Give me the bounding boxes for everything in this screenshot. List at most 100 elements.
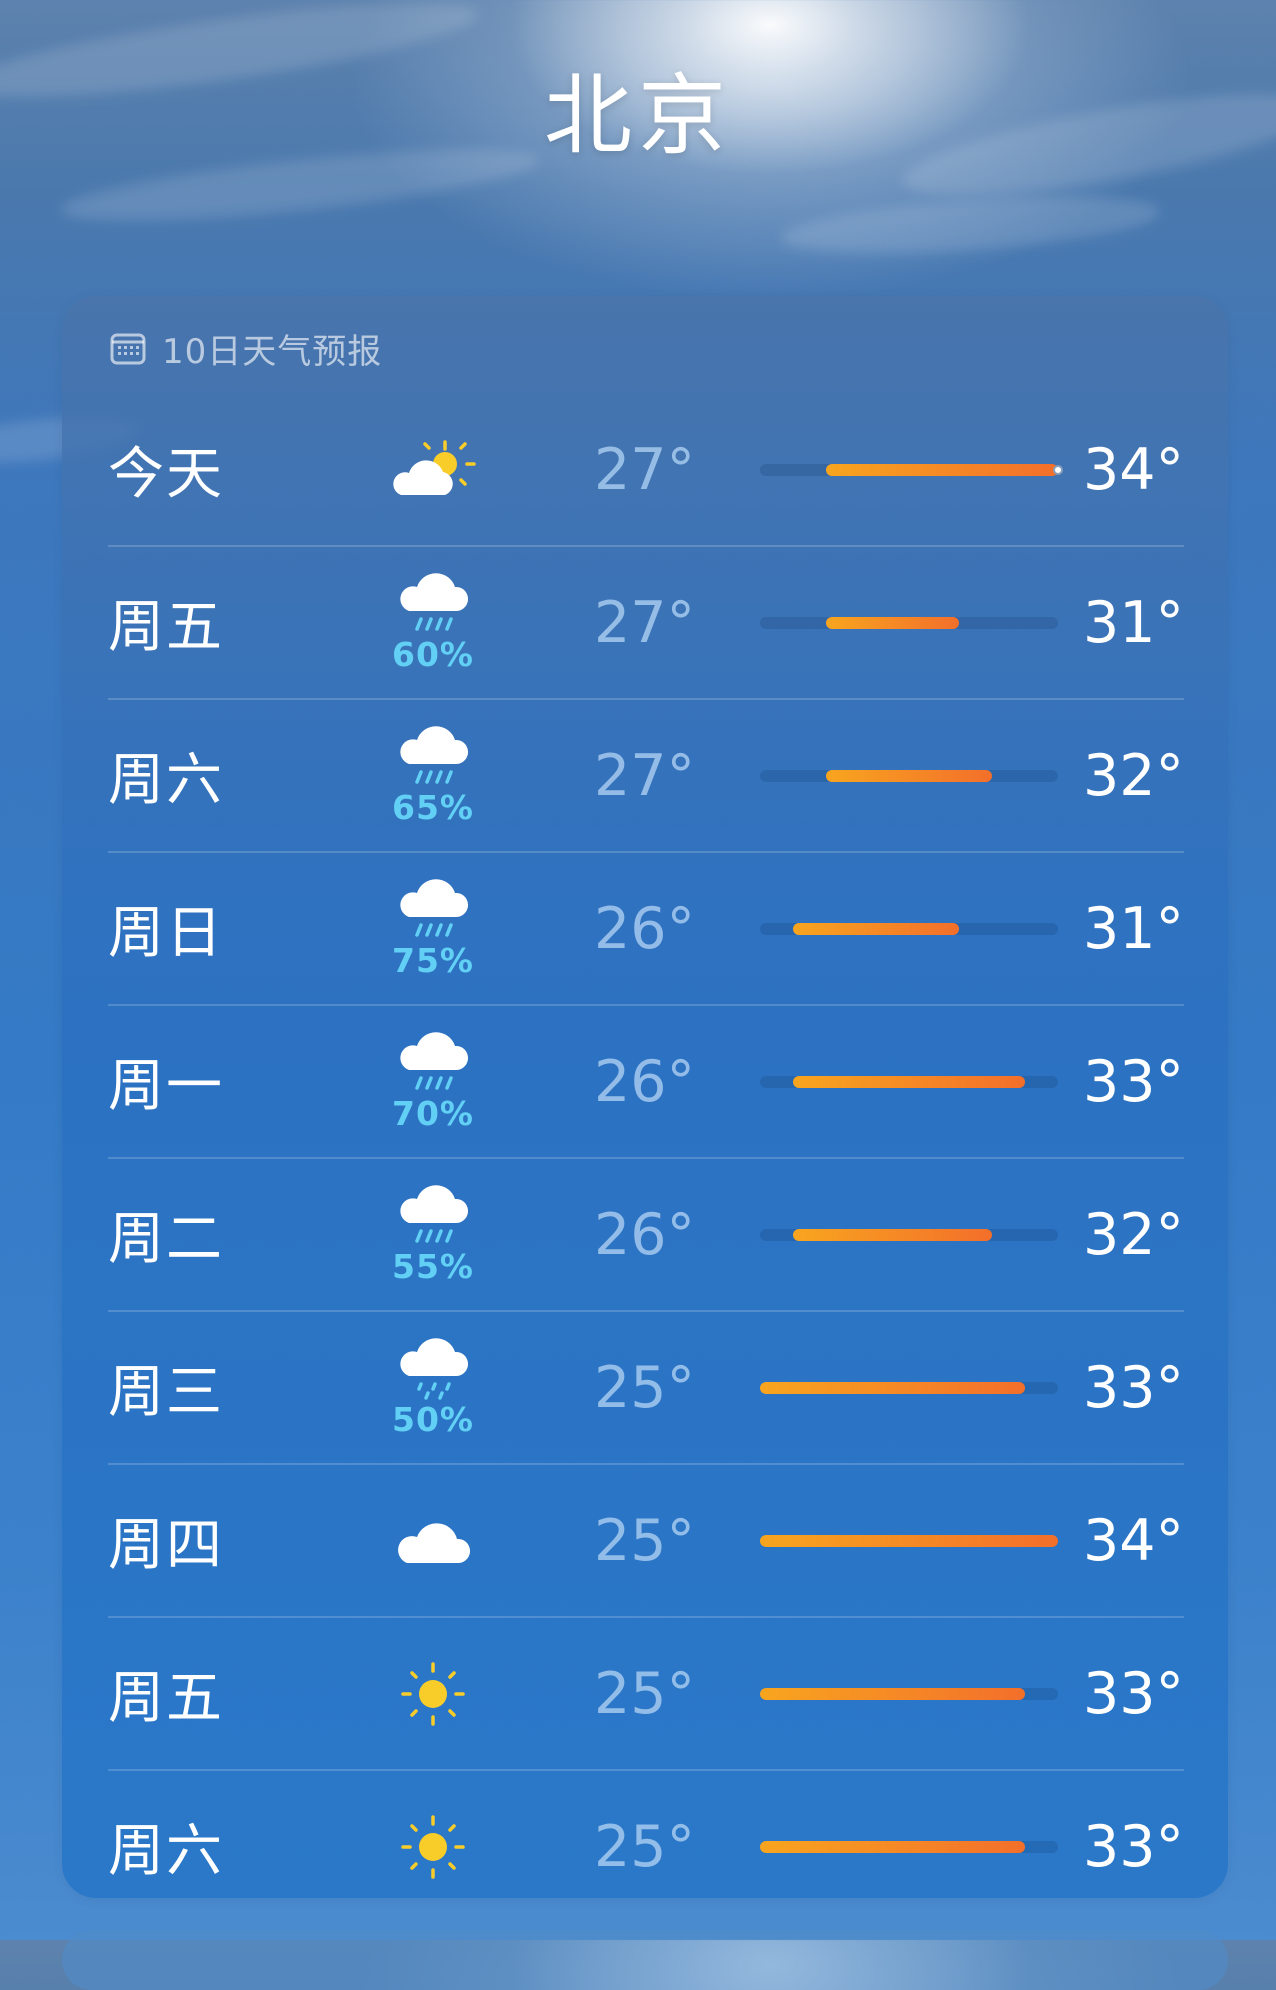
forecast-row[interactable]: 周二 55% 26° 32° xyxy=(108,1157,1184,1310)
drizzle-icon xyxy=(400,1338,469,1400)
low-temp: 27° xyxy=(594,742,696,809)
temp-range-fill xyxy=(760,1381,1025,1394)
day-label: 周五 xyxy=(108,595,224,660)
temp-range-fill xyxy=(760,1687,1025,1700)
forecast-row[interactable]: 周五 60% 27° 31° xyxy=(108,545,1184,698)
condition: 60% xyxy=(384,547,482,698)
forecast-row[interactable]: 周一 70% 26° 33° xyxy=(108,1004,1184,1157)
condition xyxy=(384,394,482,545)
low-temp: 25° xyxy=(594,1507,696,1574)
partly-sunny-icon xyxy=(387,439,479,501)
condition xyxy=(384,1465,482,1616)
current-temp-dot xyxy=(1053,464,1063,475)
temp-range-fill xyxy=(760,1840,1025,1853)
rain-icon xyxy=(400,573,469,631)
city-name: 北京 xyxy=(543,64,732,167)
condition: 50% xyxy=(384,1312,482,1463)
rain-icon xyxy=(397,571,469,637)
cloud-icon xyxy=(395,1515,471,1567)
day-label: 周二 xyxy=(108,1207,224,1272)
temp-range-fill xyxy=(826,463,1058,476)
high-temp: 32° xyxy=(1082,1201,1184,1268)
precipitation-chance: 50% xyxy=(392,1400,474,1439)
temp-range-bar xyxy=(760,1075,1058,1088)
condition: 65% xyxy=(384,700,482,851)
high-temp: 33° xyxy=(1082,1354,1184,1421)
temp-range-bar xyxy=(760,1381,1058,1394)
precipitation-chance: 60% xyxy=(392,635,474,674)
low-temp: 26° xyxy=(594,1048,696,1115)
forecast-row[interactable]: 周日 75% 26° 31° xyxy=(108,851,1184,1004)
cloud-icon xyxy=(398,1522,471,1563)
low-temp: 26° xyxy=(594,895,696,962)
low-temp: 27° xyxy=(594,436,696,503)
temp-range-fill xyxy=(826,769,992,782)
sun-icon xyxy=(400,1814,466,1880)
temp-range-fill xyxy=(760,1534,1058,1547)
low-temp: 25° xyxy=(594,1354,696,1421)
day-label: 周六 xyxy=(108,1819,224,1884)
condition xyxy=(384,1771,482,1922)
temp-range-fill xyxy=(826,616,959,629)
high-temp: 33° xyxy=(1082,1813,1184,1880)
day-label: 周日 xyxy=(108,901,224,966)
temp-range-bar xyxy=(760,1840,1058,1853)
sun-icon xyxy=(401,1814,465,1879)
rain-icon xyxy=(400,879,469,937)
low-temp: 25° xyxy=(594,1813,696,1880)
day-label: 今天 xyxy=(108,442,224,507)
day-label: 周四 xyxy=(108,1513,224,1578)
high-temp: 32° xyxy=(1082,742,1184,809)
day-label: 周三 xyxy=(108,1360,224,1425)
condition: 75% xyxy=(384,853,482,1004)
forecast-list: 今天 27° 34° 周五 60% 27° 31° 周六 65% 27° 32° 周日 75% 26° 31… xyxy=(108,394,1184,1922)
ten-day-forecast-card[interactable]: 10日天气预报 今天 27° 34° 周五 60% 27° 31° 周六 65% 27° 32° 周日… xyxy=(62,296,1228,1898)
forecast-row[interactable]: 周四 25° 34° xyxy=(108,1463,1184,1616)
temp-range-bar xyxy=(760,616,1058,629)
high-temp: 31° xyxy=(1082,895,1184,962)
rain-icon xyxy=(397,1030,469,1096)
sky-cloud xyxy=(778,186,1162,264)
forecast-title: 10日天气预报 xyxy=(162,331,383,372)
day-label: 周一 xyxy=(108,1054,224,1119)
temp-range-fill xyxy=(793,1228,992,1241)
forecast-row[interactable]: 周六 65% 27° 32° xyxy=(108,698,1184,851)
temp-range-bar xyxy=(760,769,1058,782)
high-temp: 34° xyxy=(1082,436,1184,503)
low-temp: 27° xyxy=(594,589,696,656)
rain-icon xyxy=(397,1183,469,1249)
high-temp: 33° xyxy=(1082,1660,1184,1727)
temp-range-fill xyxy=(793,1075,1025,1088)
day-label: 周六 xyxy=(108,748,224,813)
day-label: 周五 xyxy=(108,1666,224,1731)
rain-icon xyxy=(400,1032,469,1090)
rain-icon xyxy=(397,877,469,943)
rain-icon xyxy=(400,1185,469,1243)
next-card[interactable] xyxy=(62,1930,1228,1990)
forecast-row[interactable]: 周六 25° 33° xyxy=(108,1769,1184,1922)
low-temp: 25° xyxy=(594,1660,696,1727)
sun-icon xyxy=(400,1661,466,1727)
temp-range-bar xyxy=(760,1228,1058,1241)
precipitation-chance: 75% xyxy=(392,941,474,980)
temp-range-bar xyxy=(760,1534,1058,1547)
temp-range-bar xyxy=(760,922,1058,935)
forecast-header: 10日天气预报 xyxy=(110,324,382,372)
condition: 70% xyxy=(384,1006,482,1157)
precipitation-chance: 70% xyxy=(392,1094,474,1133)
drizzle-icon xyxy=(397,1336,469,1402)
precipitation-chance: 65% xyxy=(392,788,474,827)
partly-sunny-icon xyxy=(393,439,476,495)
high-temp: 34° xyxy=(1082,1507,1184,1574)
rain-icon xyxy=(397,724,469,790)
temp-range-bar xyxy=(760,463,1063,476)
low-temp: 26° xyxy=(594,1201,696,1268)
rain-icon xyxy=(400,726,469,784)
temp-range-bar xyxy=(760,1687,1058,1700)
condition: 55% xyxy=(384,1159,482,1310)
condition xyxy=(384,1618,482,1769)
forecast-row[interactable]: 周五 25° 33° xyxy=(108,1616,1184,1769)
forecast-row[interactable]: 周三 50% 25° 33° xyxy=(108,1310,1184,1463)
forecast-row[interactable]: 今天 27° 34° xyxy=(108,394,1184,545)
high-temp: 33° xyxy=(1082,1048,1184,1115)
